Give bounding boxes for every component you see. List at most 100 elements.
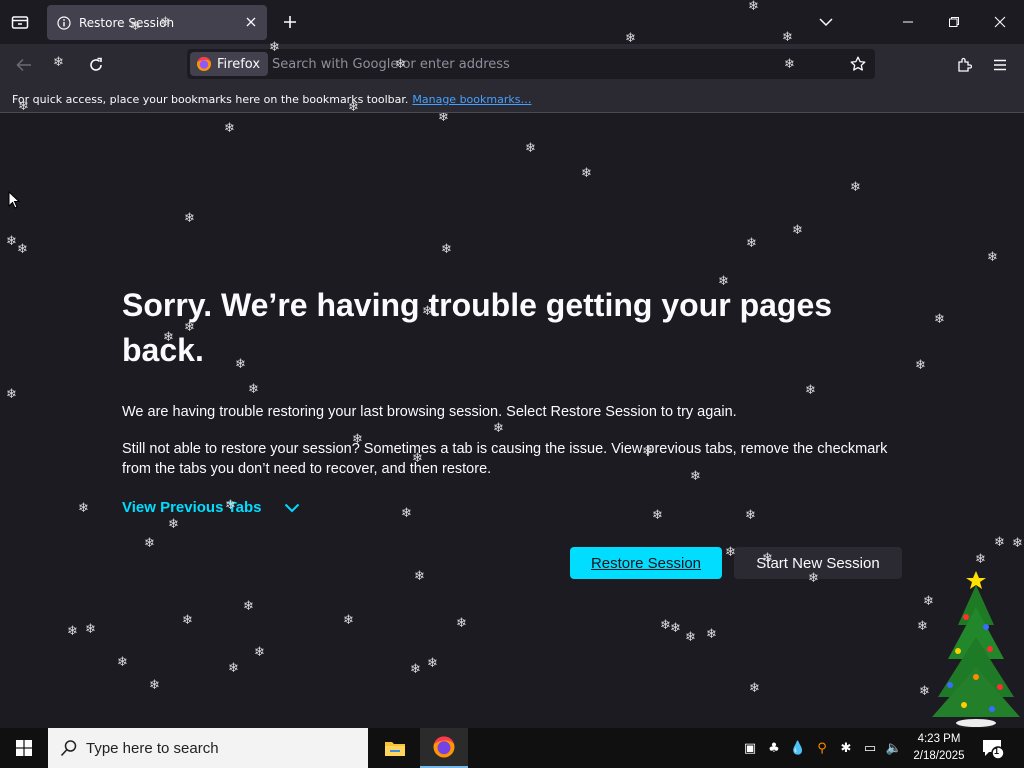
snowflake-icon: ❄ [144, 536, 155, 551]
snowflake-icon: ❄ [792, 223, 803, 238]
url-bar[interactable]: Firefox [187, 49, 875, 79]
snowflake-icon: ❄ [248, 382, 259, 397]
snowflake-icon: ❄ [243, 599, 254, 614]
close-window-button[interactable] [986, 8, 1014, 36]
tray-app-icon[interactable]: ▣ [740, 738, 760, 758]
start-button[interactable] [0, 728, 48, 768]
snowflake-icon: ❄ [975, 552, 986, 567]
file-explorer-icon [385, 742, 405, 756]
tab-list-button[interactable] [6, 10, 34, 34]
firefox-logo-icon [197, 57, 211, 71]
info-icon [57, 15, 71, 30]
view-previous-tabs-label: View Previous Tabs [122, 499, 262, 516]
navigation-toolbar: Firefox [0, 44, 1024, 86]
taskbar-firefox[interactable] [420, 728, 468, 768]
bookmark-star-button[interactable] [847, 53, 869, 75]
windows-start-icon [16, 740, 32, 756]
firefox-icon [433, 736, 455, 758]
chevron-down-icon [819, 18, 833, 27]
start-new-session-button[interactable]: Start New Session [734, 547, 902, 579]
chevron-down-icon [284, 503, 299, 512]
identity-box[interactable]: Firefox [190, 52, 269, 76]
snowflake-icon: ❄ [917, 619, 928, 634]
page-title: Sorry. We’re having trouble getting your… [122, 287, 833, 368]
list-all-tabs-button[interactable] [814, 10, 838, 34]
extensions-icon [958, 57, 972, 72]
view-previous-tabs-toggle[interactable]: View Previous Tabs [122, 499, 300, 516]
snowflake-icon: ❄ [934, 312, 945, 327]
clock-date: 2/18/2025 [913, 750, 965, 762]
tab-restore-session[interactable]: Restore Session [47, 5, 267, 40]
reload-button[interactable] [82, 52, 110, 78]
snowflake-icon: ❄ [850, 180, 861, 195]
snowflake-icon: ❄ [685, 630, 696, 645]
menu-button[interactable] [986, 52, 1014, 78]
snowflake-icon: ❄ [168, 517, 179, 532]
menu-icon [994, 59, 1006, 71]
page-content: Sorry. We’re having trouble getting your… [0, 113, 1024, 728]
help-paragraph: Still not able to restore your session? … [122, 441, 888, 477]
snowflake-icon: ❄ [149, 678, 160, 693]
manage-bookmarks-link[interactable]: Manage bookmarks… [412, 93, 531, 106]
url-input[interactable] [272, 49, 832, 79]
search-icon [60, 740, 77, 757]
intro-paragraph: We are having trouble restoring your las… [122, 404, 737, 420]
minimize-button[interactable] [894, 8, 922, 36]
bookmarks-message: For quick access, place your bookmarks h… [12, 92, 409, 106]
notification-icon [983, 740, 1005, 760]
action-center-button[interactable]: 1 [978, 736, 1008, 762]
snowflake-icon: ❄ [1012, 536, 1023, 551]
snowflake-icon: ❄ [749, 681, 760, 696]
snowflake-icon: ❄ [493, 421, 504, 436]
snowflake-icon: ❄ [706, 627, 717, 642]
tab-title: Restore Session [79, 15, 175, 30]
snowflake-icon: ❄ [745, 508, 756, 523]
mouse-cursor-icon [8, 191, 20, 209]
snowflake-icon: ❄ [254, 645, 265, 660]
snowflake-icon: ❄ [78, 501, 89, 516]
minimize-icon [903, 21, 913, 23]
taskbar-search[interactable] [48, 728, 368, 768]
snowflake-icon: ❄ [85, 622, 96, 637]
bookmarks-toolbar: For quick access, place your bookmarks h… [0, 86, 1024, 113]
tray-people-icon[interactable]: ♣ [764, 738, 784, 758]
clock-time: 4:23 PM [917, 733, 961, 745]
snowflake-icon: ❄ [343, 613, 354, 628]
snowflake-icon: ❄ [182, 613, 193, 628]
snowflake-icon: ❄ [746, 236, 757, 251]
star-icon [850, 56, 866, 71]
snowflake-icon: ❄ [184, 211, 195, 226]
maximize-button[interactable] [940, 8, 968, 36]
tray-search-app-icon[interactable]: ⚲ [812, 738, 832, 758]
snowflake-icon: ❄ [525, 141, 536, 156]
snowflake-icon: ❄ [660, 618, 671, 633]
tray-network-icon[interactable]: ▭ [860, 738, 880, 758]
snowflake-icon: ❄ [456, 616, 467, 631]
back-button[interactable] [10, 52, 38, 78]
snowflake-icon: ❄ [117, 655, 128, 670]
snowflake-icon: ❄ [427, 656, 438, 671]
taskbar-search-input[interactable] [86, 739, 346, 757]
extensions-button[interactable] [950, 52, 978, 78]
snowflake-icon: ❄ [6, 234, 17, 249]
snowflake-icon: ❄ [652, 508, 663, 523]
taskbar-file-explorer[interactable] [371, 728, 419, 768]
maximize-icon [949, 17, 959, 27]
tray-drop-icon[interactable]: 💧 [788, 738, 808, 758]
snowflake-icon: ❄ [414, 569, 425, 584]
snowflake-icon: ❄ [401, 506, 412, 521]
reload-icon [90, 57, 102, 71]
snowflake-icon: ❄ [224, 121, 235, 136]
close-icon [994, 16, 1006, 28]
taskbar-clock[interactable]: 4:23 PM 2/18/2025 [908, 731, 970, 765]
snowflake-icon: ❄ [6, 387, 17, 402]
snowflake-icon: ❄ [438, 113, 449, 125]
tray-bluetooth-icon[interactable]: ✱ [836, 738, 856, 758]
tab-close-button[interactable] [243, 14, 259, 30]
snowflake-icon: ❄ [441, 242, 452, 257]
tab-list-icon [11, 16, 29, 29]
tray-volume-icon[interactable]: 🔈 [884, 738, 904, 758]
new-tab-button[interactable] [278, 10, 302, 34]
restore-session-button[interactable]: Restore Session [570, 547, 722, 579]
snowflake-icon: ❄ [17, 242, 28, 257]
